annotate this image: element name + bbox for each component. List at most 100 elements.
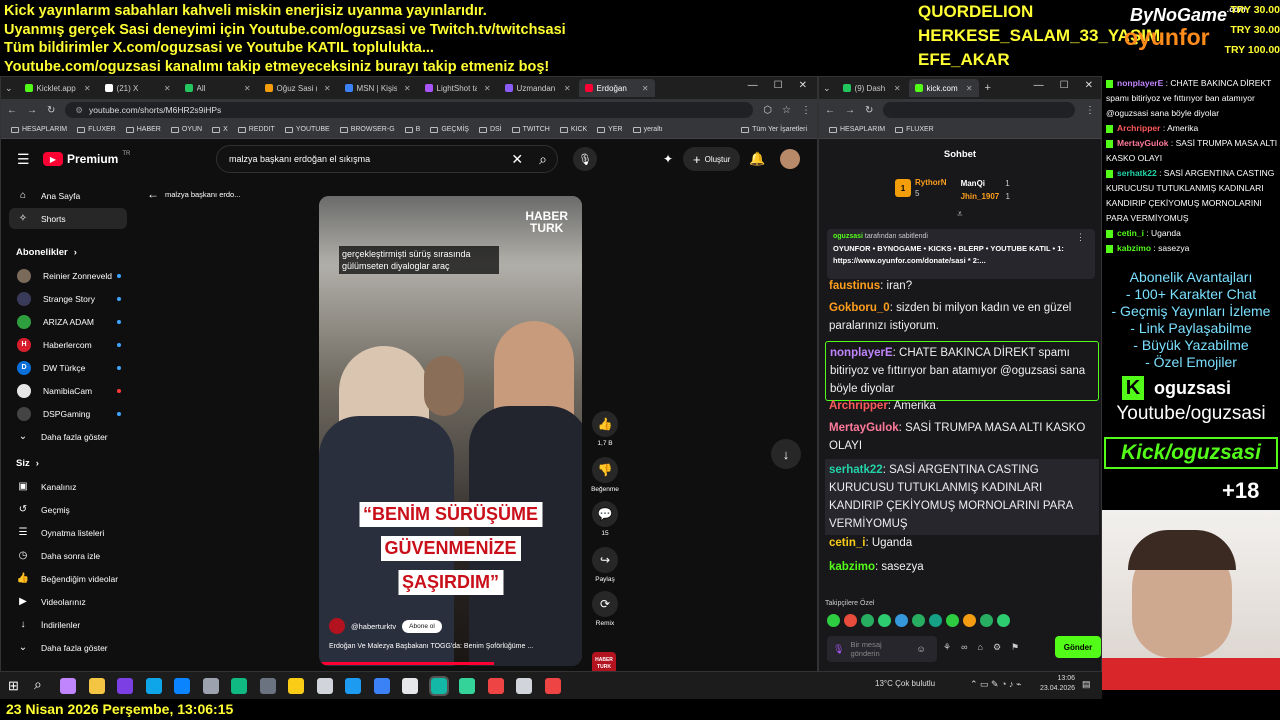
chat-username[interactable]: MertayGulok xyxy=(829,422,899,434)
taskbar-app-icon[interactable] xyxy=(288,678,304,694)
taskbar-app-icon[interactable] xyxy=(145,678,162,694)
chat-username[interactable]: cetin_i xyxy=(829,537,865,549)
bookmark-item[interactable]: HESAPLARIM xyxy=(829,126,885,133)
emote-icon[interactable] xyxy=(895,614,908,627)
new-tab-icon[interactable]: + xyxy=(985,82,991,94)
emote-icon[interactable] xyxy=(980,614,993,627)
video-title[interactable]: Erdoğan Ve Malezya Başbakanı TOGG'da: Be… xyxy=(329,643,533,650)
send-button[interactable]: Gönder xyxy=(1055,636,1101,658)
dislike-button[interactable]: 👎 Beğenme xyxy=(588,457,622,493)
tab-close-icon[interactable]: ✕ xyxy=(966,84,973,93)
emote-icon[interactable] xyxy=(844,614,857,627)
taskbar-app-icon[interactable] xyxy=(373,678,390,694)
bookmark-item[interactable]: YOUTUBE xyxy=(284,126,330,133)
chat-message[interactable]: faustinus: iran? xyxy=(829,277,1094,295)
emote-icon[interactable] xyxy=(912,614,925,627)
chat-input[interactable]: 🎙 Bir mesaj gönderin ☺ xyxy=(827,636,937,662)
taskbar-app-icon[interactable] xyxy=(174,678,190,694)
tab-close-icon[interactable]: ✕ xyxy=(164,84,171,93)
hamburger-icon[interactable]: ☰ xyxy=(17,151,30,168)
taskbar-app-icon[interactable] xyxy=(202,678,219,694)
bookmark-item[interactable]: YER xyxy=(597,126,623,133)
taskbar-app-icon[interactable] xyxy=(487,678,504,694)
pinned-message[interactable]: oguzsasi tarafından sabitlendi OYUNFOR •… xyxy=(827,229,1095,279)
top-gifter-3[interactable]: Jhin_1907 1 xyxy=(961,190,1010,203)
notification-icon[interactable]: ▤ xyxy=(1082,679,1091,690)
taskbar-app-icon[interactable] xyxy=(459,678,475,694)
microphone-icon[interactable]: 🎙 xyxy=(573,147,597,171)
top-gifter-2[interactable]: ManQi 1 xyxy=(961,177,1010,190)
tab-list-icon[interactable]: ⌄ xyxy=(5,83,13,94)
tray-icons[interactable]: ⌃ ▭ ✎ ◔ ♪ ⌁ xyxy=(970,679,1021,690)
start-icon[interactable]: ⊞ xyxy=(8,678,19,694)
chat-username[interactable]: faustinus xyxy=(829,280,880,292)
bookmark-item[interactable]: TWITCH xyxy=(511,126,550,133)
url-input[interactable]: ⚙ youtube.com/shorts/M6HR2s9iHPs xyxy=(65,102,754,118)
bookmark-item[interactable]: HESAPLARIM xyxy=(11,126,67,133)
maximize-icon[interactable]: ☐ xyxy=(1060,80,1069,91)
tab-close-icon[interactable]: ✕ xyxy=(84,84,91,93)
reload-icon[interactable]: ↻ xyxy=(865,105,873,116)
pin-icon[interactable]: ⋮ xyxy=(1076,232,1085,243)
emote-icon[interactable] xyxy=(946,614,959,627)
subscriptions-heading[interactable]: Abonelikler › xyxy=(16,247,77,258)
all-bookmarks[interactable]: Tüm Yer İşaretleri xyxy=(741,126,807,133)
browser-tab[interactable]: Kicklet.app - ✕ xyxy=(19,79,97,97)
search-icon[interactable]: ⌕ xyxy=(34,676,42,693)
taskbar-clock[interactable]: 13:06 23.04.2026 xyxy=(1040,674,1075,694)
sidebar-item-shorts[interactable]: ✧ Shorts xyxy=(9,208,127,229)
share-button[interactable]: ↪ Paylaş xyxy=(588,547,622,583)
star-icon[interactable]: ☆ xyxy=(782,105,791,116)
minimize-icon[interactable]: — xyxy=(1034,80,1044,91)
bookmark-item[interactable]: FLUXER xyxy=(77,126,116,133)
back-icon[interactable]: ← xyxy=(7,105,17,116)
bookmark-item[interactable]: FLUXER xyxy=(895,126,934,133)
next-video-icon[interactable]: ↓ xyxy=(771,439,801,469)
taskbar-app-icon[interactable] xyxy=(259,678,276,694)
chat-username[interactable]: Archripper xyxy=(829,400,888,412)
close-icon[interactable]: ✕ xyxy=(1085,80,1093,91)
sidebar-you-item[interactable]: ◷ Daha sonra izle xyxy=(9,545,127,566)
chat-message[interactable]: MertayGulok: SASİ TRUMPA MASA ALTI KASKO… xyxy=(829,419,1094,455)
browser-tab[interactable]: All ✕ xyxy=(179,79,257,97)
bookmark-item[interactable]: HABER xyxy=(125,126,161,133)
chat-message[interactable]: cetin_i: Uganda xyxy=(829,534,1094,552)
chat-message[interactable]: Gokboru_0: sizden bi milyon kadın ve en … xyxy=(829,299,1094,335)
tab-close-icon[interactable]: ✕ xyxy=(564,84,571,93)
browser-tab[interactable]: Oğuz Sasi (u ✕ xyxy=(259,79,337,97)
browser-tab[interactable]: Erdoğan ✕ xyxy=(578,79,655,97)
forward-icon[interactable]: → xyxy=(27,105,37,116)
taskbar-app-icon[interactable] xyxy=(117,678,133,694)
sidebar-subscription[interactable]: Strange Story xyxy=(9,288,127,309)
tab-close-icon[interactable]: ✕ xyxy=(324,84,331,93)
sidebar-subscription[interactable]: H Haberlercom xyxy=(9,334,127,355)
tab-close-icon[interactable]: ✕ xyxy=(484,84,491,93)
shorts-video-player[interactable]: HABER TURK gerçekleştirmişti sürüş sırası… xyxy=(319,196,582,666)
emote-icon[interactable] xyxy=(929,614,942,627)
chat-username[interactable]: kabzimo xyxy=(829,561,875,573)
sidebar-you-item[interactable]: ↓ İndirilenler xyxy=(9,614,127,635)
bookmark-item[interactable]: DSİ xyxy=(478,126,502,133)
tab-close-icon[interactable]: ✕ xyxy=(894,84,901,93)
tab-close-icon[interactable]: ✕ xyxy=(244,84,251,93)
chat-message[interactable]: kabzimo: sasezya xyxy=(829,558,1094,576)
youtube-logo[interactable]: ▶ Premium TR xyxy=(43,151,130,166)
clear-search-icon[interactable]: ✕ xyxy=(511,151,523,168)
bookmark-item[interactable]: BROWSER-G xyxy=(339,126,395,133)
sidebar-subscription[interactable]: NamibiaCam xyxy=(9,380,127,401)
avatar[interactable] xyxy=(780,149,800,169)
sidebar-subscription[interactable]: DSPGaming xyxy=(9,403,127,424)
notification-bell-icon[interactable]: 🔔 xyxy=(749,151,765,167)
back-icon[interactable]: ← xyxy=(825,105,835,116)
bookmark-item[interactable]: X xyxy=(212,126,228,133)
shorts-back-link[interactable]: ← malzya başkanı erdo... xyxy=(147,187,240,201)
channel-handle[interactable]: @haberturktv xyxy=(351,622,396,631)
infinity-icon[interactable]: ∞ xyxy=(961,642,967,653)
extension-icon[interactable]: ⬡ xyxy=(763,105,772,116)
close-icon[interactable]: ✕ xyxy=(799,80,807,91)
sidebar-you-item[interactable]: ▶ Videolarınız xyxy=(9,591,127,612)
emote-icon[interactable] xyxy=(861,614,874,627)
chat-username[interactable]: Gokboru_0 xyxy=(829,302,890,314)
taskbar-app-icon[interactable] xyxy=(231,678,247,694)
bookmark-item[interactable]: yeraltı xyxy=(632,126,663,133)
